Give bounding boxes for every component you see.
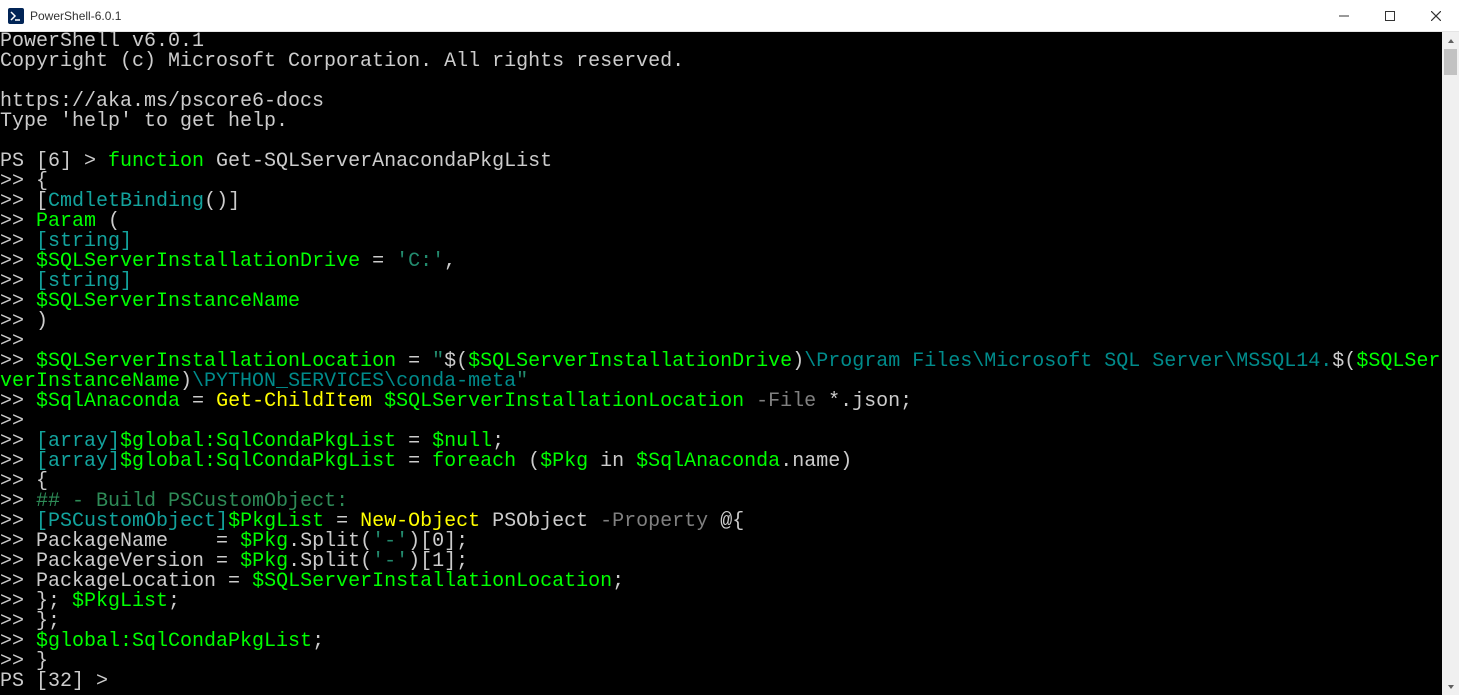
powershell-icon (8, 8, 24, 24)
keyword-function: function (108, 150, 204, 173)
variable: $SQLServerInstanceName (24, 290, 300, 313)
terminal-output[interactable]: PowerShell v6.0.1 Copyright (c) Microsof… (0, 32, 1442, 695)
bracket: ()] (204, 190, 240, 213)
scrollbar-track[interactable] (1442, 32, 1459, 695)
close-button[interactable] (1413, 0, 1459, 31)
variable: $SqlAnaconda (24, 390, 180, 413)
semicolon: ; (168, 590, 180, 613)
banner-line-2: Copyright (c) Microsoft Corporation. All… (0, 50, 684, 73)
variable: $SQLServerInstallationLocation (372, 390, 744, 413)
member-access: .name) (780, 450, 852, 473)
operator: = (180, 390, 216, 413)
maximize-button[interactable] (1367, 0, 1413, 31)
keyword-in: in (588, 450, 636, 473)
variable: $PkgList (72, 590, 168, 613)
semicolon: ; (312, 630, 324, 653)
hashtable-open: @{ (708, 510, 744, 533)
terminal-area: PowerShell v6.0.1 Copyright (c) Microsof… (0, 32, 1459, 695)
string-literal: 'C:' (396, 250, 444, 273)
flag: -Property (588, 510, 708, 533)
help-hint: Type 'help' to get help. (0, 110, 288, 133)
subexpr-open: $( (1332, 350, 1356, 373)
variable: $SQLServerInstallationLocation (252, 570, 612, 593)
subexpr-close: ) (792, 350, 804, 373)
flag: -File (744, 390, 816, 413)
semicolon: ; (612, 570, 624, 593)
variable: $global:SqlCondaPkgList (120, 450, 396, 473)
prompt: PS [32] > (0, 670, 108, 693)
operator: = (360, 250, 396, 273)
window-title: PowerShell-6.0.1 (30, 9, 121, 23)
cmdlet: Get-ChildItem (216, 390, 372, 413)
path-literal: \Program Files\Microsoft SQL Server\MSSQ… (804, 350, 1332, 373)
variable: $Pkg (540, 450, 588, 473)
keyword-foreach: foreach (432, 450, 516, 473)
window-titlebar: PowerShell-6.0.1 (0, 0, 1459, 32)
comma: , (444, 250, 456, 273)
variable: $SqlAnaconda (636, 450, 780, 473)
function-name: Get-SQLServerAnacondaPkgList (204, 150, 552, 173)
window-controls (1321, 0, 1459, 31)
glob: *.json; (816, 390, 912, 413)
scrollbar-arrow-up-icon[interactable] (1442, 32, 1459, 49)
paren: ) (24, 310, 48, 333)
scrollbar-arrow-down-icon[interactable] (1442, 678, 1459, 695)
vertical-scrollbar[interactable] (1442, 32, 1459, 695)
paren: ( (516, 450, 540, 473)
minimize-button[interactable] (1321, 0, 1367, 31)
type-name: PSObject (480, 510, 588, 533)
scrollbar-thumb[interactable] (1444, 49, 1457, 75)
operator: = (396, 450, 432, 473)
variable: $SQLSer (1356, 350, 1440, 373)
variable: $global:SqlCondaPkgList (24, 630, 312, 653)
